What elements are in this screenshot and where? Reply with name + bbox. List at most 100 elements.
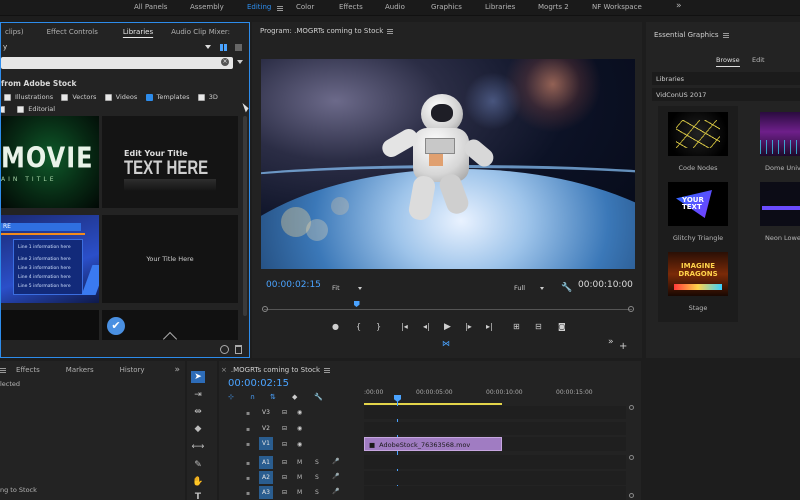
a2-mic-icon[interactable]: 🎤 — [332, 473, 339, 480]
export-frame-icon[interactable]: ◙ — [558, 322, 566, 332]
track-select-tool-icon[interactable]: ⇥ — [191, 389, 205, 401]
a3-lock-icon[interactable]: ▪ — [246, 490, 250, 497]
tab-edit[interactable]: Edit — [752, 56, 765, 64]
tab-effect-controls[interactable]: Effect Controls — [47, 28, 98, 36]
videos-checkbox[interactable] — [104, 93, 112, 101]
track-a1[interactable]: A1 — [259, 456, 273, 469]
pen-tool-icon[interactable]: ✎ — [191, 459, 205, 471]
stock-search-input[interactable]: × — [1, 57, 233, 69]
a3-mute-icon[interactable]: M — [297, 489, 302, 496]
list-view-icon[interactable] — [235, 44, 242, 51]
templates-checkbox[interactable] — [145, 93, 153, 101]
workspace-menu-icon[interactable] — [277, 6, 283, 11]
v1-sync-icon[interactable]: ⊟ — [282, 441, 287, 448]
a1-solo-icon[interactable]: S — [315, 459, 319, 466]
a3-mic-icon[interactable]: 🎤 — [332, 488, 339, 495]
workspace-mogrts-2[interactable]: Mogrts 2 — [538, 3, 569, 11]
v1-eye-icon[interactable]: ◉ — [297, 441, 302, 448]
essential-graphics-menu-icon[interactable] — [722, 32, 729, 38]
eg-thumb-code-nodes[interactable] — [668, 112, 728, 156]
scroll-up-icon[interactable] — [162, 331, 178, 340]
lane-v2[interactable] — [364, 422, 626, 435]
libraries-dropdown[interactable]: Libraries — [652, 72, 800, 85]
library-selector[interactable]: y — [1, 41, 251, 55]
workspace-overflow-icon[interactable]: » — [676, 1, 682, 11]
tab-source-clips[interactable]: clips) — [5, 28, 24, 36]
timeline-sequence-title[interactable]: .MOGRTs coming to Stock — [231, 366, 320, 374]
chevron-down-icon[interactable] — [205, 45, 211, 49]
track-v2[interactable]: V2 — [259, 422, 273, 435]
timeline-wrench-icon[interactable]: 🔧 — [314, 393, 323, 401]
a1-mute-icon[interactable]: M — [297, 459, 302, 466]
lane-a3[interactable] — [364, 486, 626, 500]
play-icon[interactable]: ▶ — [444, 322, 451, 332]
library-select[interactable]: VidConUS 2017 — [652, 88, 800, 101]
a1-mic-icon[interactable]: 🎤 — [332, 458, 339, 465]
timeline-scrollbar[interactable] — [629, 405, 634, 500]
trash-icon[interactable] — [235, 345, 242, 354]
v3-sync-icon[interactable]: ⊟ — [282, 409, 287, 416]
wrench-icon[interactable]: 🔧 — [561, 283, 572, 293]
ripple-edit-tool-icon[interactable]: ⇹ — [191, 406, 205, 418]
slip-tool-icon[interactable]: ⟷ — [191, 441, 205, 453]
linked-selection-icon[interactable]: ∩ — [250, 393, 255, 401]
timeline-menu-icon[interactable] — [324, 367, 331, 373]
track-v3[interactable]: V3 — [259, 406, 273, 419]
extract-icon[interactable]: ⊟ — [535, 322, 542, 332]
workspace-all-panels[interactable]: All Panels — [134, 3, 167, 11]
tab-audio-clip-mixer[interactable]: Audio Clip Mixer: — [171, 28, 230, 36]
a2-sync-icon[interactable]: ⊟ — [282, 474, 287, 481]
essential-graphics-title[interactable]: Essential Graphics — [654, 31, 719, 39]
scroll-handle-bottom[interactable] — [629, 493, 634, 498]
close-sequence-icon[interactable]: × — [221, 366, 227, 374]
track-a3[interactable]: A3 — [259, 486, 273, 499]
add-marker-icon[interactable]: ● — [332, 322, 339, 332]
workspace-libraries[interactable]: Libraries — [485, 3, 515, 11]
effects-panel-menu-icon[interactable] — [0, 367, 6, 373]
workspace-assembly[interactable]: Assembly — [190, 3, 224, 11]
scrubber-track[interactable] — [264, 309, 632, 310]
eg-thumb-stage[interactable]: IMAGINE DRAGONS — [668, 252, 728, 296]
workspace-color[interactable]: Color — [296, 3, 314, 11]
search-options-chevron-icon[interactable] — [237, 60, 243, 64]
marker-icon[interactable]: ◆ — [292, 393, 297, 401]
lane-a2[interactable] — [364, 471, 626, 485]
mark-out-icon[interactable]: } — [376, 322, 381, 332]
a1-lock-icon[interactable]: ▪ — [246, 460, 250, 467]
razor-tool-icon[interactable]: ◆ — [191, 423, 205, 435]
fit-dropdown[interactable]: Fit — [332, 284, 368, 293]
hand-tool-icon[interactable]: ✋ — [191, 476, 205, 488]
tab-effects[interactable]: Effects — [16, 366, 40, 374]
thumbs-scrollbar[interactable] — [243, 116, 247, 316]
stock-template-5[interactable] — [1, 310, 99, 340]
vectors-checkbox[interactable] — [61, 93, 69, 101]
program-video-frame[interactable] — [261, 59, 635, 269]
eye-icon[interactable] — [220, 345, 229, 354]
type-tool-icon[interactable]: T — [191, 491, 205, 500]
3d-checkbox[interactable] — [197, 93, 205, 101]
lane-a1[interactable] — [364, 455, 626, 469]
stock-template-text-here[interactable]: Edit Your Title TEXT HERE — [102, 116, 238, 208]
track-a2[interactable]: A2 — [259, 471, 273, 484]
tab-history[interactable]: History — [120, 366, 145, 374]
grid-view-icon[interactable] — [220, 44, 227, 51]
eg-thumb-dome-univ[interactable] — [760, 112, 800, 156]
v1-lock-icon[interactable]: ▪ — [246, 441, 250, 448]
program-menu-icon[interactable] — [387, 28, 394, 34]
v2-sync-icon[interactable]: ⊟ — [282, 425, 287, 432]
eg-thumb-glitchy-triangle[interactable]: YOUR TEXT — [668, 182, 728, 226]
snap-icon[interactable]: ⊹ — [228, 393, 234, 401]
scroll-handle-top[interactable] — [629, 405, 634, 410]
a3-solo-icon[interactable]: S — [315, 489, 319, 496]
step-back-icon[interactable]: ◂| — [423, 322, 430, 332]
track-v1[interactable]: V1 — [259, 437, 273, 450]
v2-lock-icon[interactable]: ▪ — [246, 426, 250, 433]
stock-template-info-list[interactable]: RE Line 1 information here Line 2 inform… — [1, 215, 99, 303]
clear-search-icon[interactable]: × — [221, 58, 229, 66]
eg-thumb-neon-lower[interactable] — [760, 182, 800, 226]
stock-template-your-title[interactable]: Your Title Here — [102, 215, 238, 303]
a2-solo-icon[interactable]: S — [315, 474, 319, 481]
program-monitor-title[interactable]: Program: .MOGRTs coming to Stock — [260, 27, 383, 35]
go-to-in-icon[interactable]: |◂ — [401, 322, 408, 332]
v3-eye-icon[interactable]: ◉ — [297, 409, 302, 416]
